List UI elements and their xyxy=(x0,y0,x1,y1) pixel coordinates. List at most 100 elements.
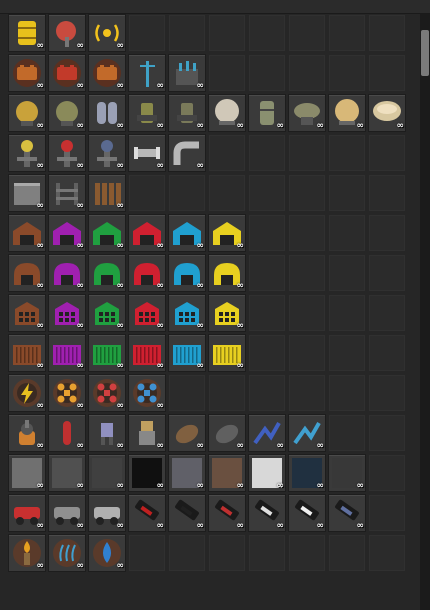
empty-slot[interactable] xyxy=(248,54,286,92)
inventory-slot[interactable]: ∞ xyxy=(8,174,46,212)
empty-slot[interactable] xyxy=(208,134,246,172)
inventory-slot[interactable]: ∞ xyxy=(8,214,46,252)
inventory-slot[interactable]: ∞ xyxy=(168,94,206,132)
empty-slot[interactable] xyxy=(288,254,326,292)
inventory-slot[interactable]: ∞ xyxy=(168,454,206,492)
empty-slot[interactable] xyxy=(368,54,406,92)
inventory-slot[interactable]: ∞ xyxy=(8,534,46,572)
inventory-slot[interactable]: ∞ xyxy=(48,254,86,292)
inventory-slot[interactable]: ∞ xyxy=(208,214,246,252)
inventory-slot[interactable]: ∞ xyxy=(88,14,126,52)
inventory-slot[interactable]: ∞ xyxy=(128,494,166,532)
empty-slot[interactable] xyxy=(168,534,206,572)
inventory-slot[interactable]: ∞ xyxy=(128,294,166,332)
inventory-slot[interactable]: ∞ xyxy=(128,414,166,452)
inventory-slot[interactable]: ∞ xyxy=(8,294,46,332)
inventory-slot[interactable]: ∞ xyxy=(88,214,126,252)
empty-slot[interactable] xyxy=(328,374,366,412)
inventory-slot[interactable]: ∞ xyxy=(88,534,126,572)
empty-slot[interactable] xyxy=(208,374,246,412)
empty-slot[interactable] xyxy=(248,374,286,412)
empty-slot[interactable] xyxy=(328,534,366,572)
inventory-slot[interactable]: ∞ xyxy=(48,134,86,172)
inventory-slot[interactable]: ∞ xyxy=(288,414,326,452)
inventory-slot[interactable]: ∞ xyxy=(328,494,366,532)
inventory-slot[interactable]: ∞ xyxy=(208,334,246,372)
empty-slot[interactable] xyxy=(248,334,286,372)
inventory-slot[interactable]: ∞ xyxy=(88,254,126,292)
empty-slot[interactable] xyxy=(368,294,406,332)
empty-slot[interactable] xyxy=(288,334,326,372)
inventory-slot[interactable]: ∞ xyxy=(48,174,86,212)
inventory-slot[interactable]: ∞ xyxy=(208,494,246,532)
inventory-slot[interactable]: ∞ xyxy=(168,494,206,532)
empty-slot[interactable] xyxy=(368,14,406,52)
inventory-slot[interactable]: ∞ xyxy=(48,334,86,372)
inventory-slot[interactable]: ∞ xyxy=(368,94,406,132)
inventory-slot[interactable]: ∞ xyxy=(88,494,126,532)
empty-slot[interactable] xyxy=(368,254,406,292)
inventory-slot[interactable]: ∞ xyxy=(128,94,166,132)
inventory-slot[interactable]: ∞ xyxy=(48,214,86,252)
inventory-slot[interactable]: ∞ xyxy=(8,374,46,412)
empty-slot[interactable] xyxy=(168,14,206,52)
empty-slot[interactable] xyxy=(128,174,166,212)
empty-slot[interactable] xyxy=(288,534,326,572)
inventory-slot[interactable]: ∞ xyxy=(168,134,206,172)
empty-slot[interactable] xyxy=(248,534,286,572)
inventory-slot[interactable]: ∞ xyxy=(48,494,86,532)
empty-slot[interactable] xyxy=(248,294,286,332)
inventory-slot[interactable]: ∞ xyxy=(88,454,126,492)
empty-slot[interactable] xyxy=(328,294,366,332)
inventory-slot[interactable]: ∞ xyxy=(128,454,166,492)
empty-slot[interactable] xyxy=(128,534,166,572)
inventory-slot[interactable]: ∞ xyxy=(328,454,366,492)
inventory-slot[interactable]: ∞ xyxy=(248,414,286,452)
empty-slot[interactable] xyxy=(128,14,166,52)
empty-slot[interactable] xyxy=(328,214,366,252)
empty-slot[interactable] xyxy=(328,174,366,212)
inventory-slot[interactable]: ∞ xyxy=(8,414,46,452)
empty-slot[interactable] xyxy=(208,174,246,212)
empty-slot[interactable] xyxy=(288,54,326,92)
inventory-slot[interactable]: ∞ xyxy=(208,94,246,132)
empty-slot[interactable] xyxy=(208,54,246,92)
inventory-slot[interactable]: ∞ xyxy=(48,534,86,572)
inventory-slot[interactable]: ∞ xyxy=(88,174,126,212)
empty-slot[interactable] xyxy=(168,174,206,212)
empty-slot[interactable] xyxy=(368,494,406,532)
empty-slot[interactable] xyxy=(288,214,326,252)
inventory-slot[interactable]: ∞ xyxy=(8,254,46,292)
inventory-slot[interactable]: ∞ xyxy=(248,94,286,132)
inventory-slot[interactable]: ∞ xyxy=(328,94,366,132)
empty-slot[interactable] xyxy=(368,174,406,212)
scrollbar-thumb[interactable] xyxy=(421,30,429,76)
inventory-slot[interactable]: ∞ xyxy=(88,94,126,132)
empty-slot[interactable] xyxy=(288,134,326,172)
empty-slot[interactable] xyxy=(328,54,366,92)
inventory-slot[interactable]: ∞ xyxy=(128,374,166,412)
empty-slot[interactable] xyxy=(368,454,406,492)
scrollbar[interactable] xyxy=(420,14,430,610)
inventory-slot[interactable]: ∞ xyxy=(128,214,166,252)
inventory-slot[interactable]: ∞ xyxy=(48,54,86,92)
empty-slot[interactable] xyxy=(248,174,286,212)
empty-slot[interactable] xyxy=(288,294,326,332)
empty-slot[interactable] xyxy=(368,134,406,172)
inventory-slot[interactable]: ∞ xyxy=(48,14,86,52)
inventory-slot[interactable]: ∞ xyxy=(48,94,86,132)
inventory-slot[interactable]: ∞ xyxy=(168,294,206,332)
inventory-slot[interactable]: ∞ xyxy=(208,454,246,492)
empty-slot[interactable] xyxy=(328,134,366,172)
inventory-slot[interactable]: ∞ xyxy=(128,254,166,292)
empty-slot[interactable] xyxy=(208,14,246,52)
empty-slot[interactable] xyxy=(288,374,326,412)
inventory-slot[interactable]: ∞ xyxy=(88,54,126,92)
inventory-slot[interactable]: ∞ xyxy=(168,214,206,252)
inventory-slot[interactable]: ∞ xyxy=(88,134,126,172)
inventory-slot[interactable]: ∞ xyxy=(48,454,86,492)
inventory-slot[interactable]: ∞ xyxy=(48,414,86,452)
inventory-slot[interactable]: ∞ xyxy=(288,494,326,532)
inventory-slot[interactable]: ∞ xyxy=(88,374,126,412)
empty-slot[interactable] xyxy=(328,334,366,372)
